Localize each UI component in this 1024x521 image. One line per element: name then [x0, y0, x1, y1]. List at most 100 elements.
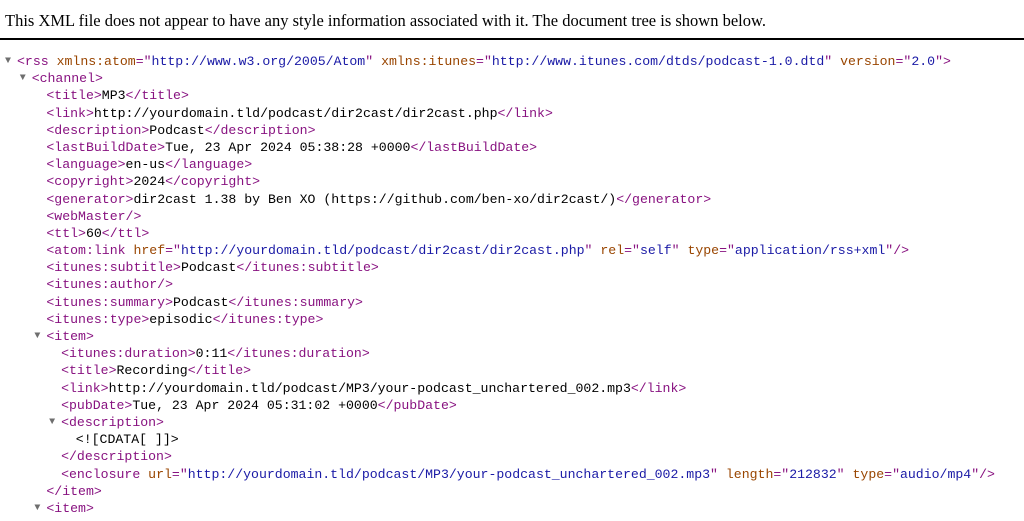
xml-line: <title>MP3</title> [0, 87, 1024, 104]
xml-tag: " [584, 243, 601, 259]
xml-tag: "> [935, 54, 951, 69]
xml-line: <description>Podcast</description> [0, 122, 1024, 139]
xml-line: <title>Recording</title> [0, 362, 1024, 379]
xml-tag: </itunes:type> [212, 311, 324, 327]
xml-tag: <generator> [46, 191, 134, 207]
xml-tag: <ttl> [46, 225, 86, 241]
xml-line: ▼ <rss xmlns:atom="http://www.w3.org/2005… [0, 53, 1024, 70]
xml-tag: <link> [61, 380, 109, 396]
xml-tag: </item> [46, 483, 102, 499]
xml-attribute-name: type [852, 466, 885, 482]
xml-line: <ttl>60</ttl> [0, 225, 1024, 242]
collapse-triangle-icon[interactable]: ▼ [34, 500, 40, 517]
xml-tag: =" [135, 54, 152, 69]
xml-tag: <rss [17, 54, 57, 69]
xml-line: <itunes:subtitle>Podcast</itunes:subtitl… [0, 259, 1024, 276]
xml-attribute-name: type [687, 243, 720, 259]
xml-tag: <itunes:author/> [46, 277, 174, 293]
xml-attribute-name: url [148, 466, 172, 482]
collapse-triangle-icon[interactable]: ▼ [20, 70, 26, 87]
xml-line: ▼ <item> [0, 500, 1024, 517]
xml-text: 2024 [133, 174, 166, 190]
xml-text: dir2cast 1.38 by Ben XO (https://github.… [133, 191, 617, 207]
xml-line: <webMaster/> [0, 208, 1024, 225]
xml-tag: </title> [125, 88, 189, 104]
xml-tag: </generator> [616, 191, 712, 207]
xml-tag: <item> [46, 329, 94, 344]
xml-attribute-value: self [639, 243, 672, 259]
xml-text: 60 [85, 225, 102, 241]
xml-tag: </title> [187, 363, 252, 379]
xml-tag: =" [476, 54, 492, 69]
xml-tag: =" [773, 466, 790, 482]
xml-line: <enclosure url="http://yourdomain.tld/po… [0, 466, 1024, 483]
xml-tag: =" [171, 466, 188, 482]
xml-tag: =" [165, 243, 181, 259]
xml-document-tree: ▼ <rss xmlns:atom="http://www.w3.org/2005… [0, 40, 1024, 517]
xml-tag: </lastBuildDate> [410, 139, 538, 155]
xml-tag: =" [719, 243, 735, 259]
xml-line: <itunes:summary>Podcast</itunes:summary> [0, 294, 1024, 311]
xml-tag: <lastBuildDate> [46, 139, 166, 155]
xml-tag: </itunes:duration> [227, 346, 370, 362]
xml-text: Podcast [180, 260, 237, 276]
xml-text: MP3 [101, 88, 126, 104]
xml-tag: </link> [497, 105, 553, 121]
xml-tag: <channel> [31, 71, 103, 87]
xml-line: <link>http://yourdomain.tld/podcast/MP3/… [0, 380, 1024, 397]
xml-tag: </description> [204, 122, 316, 138]
collapse-triangle-icon[interactable]: ▼ [49, 414, 55, 431]
xml-tag: <webMaster/> [46, 208, 142, 224]
no-style-info-message: This XML file does not appear to have an… [0, 0, 1024, 40]
xml-attribute-value: 212832 [789, 466, 837, 482]
collapse-triangle-icon[interactable]: ▼ [5, 53, 11, 70]
xml-tag: </copyright> [165, 174, 261, 190]
xml-text: Recording [116, 363, 188, 379]
xml-line: <generator>dir2cast 1.38 by Ben XO (http… [0, 191, 1024, 208]
xml-line: </description> [0, 448, 1024, 465]
xml-tag: "/> [971, 466, 995, 482]
xml-line: ▼ <item> [0, 328, 1024, 345]
xml-attribute-value: http://yourdomain.tld/podcast/dir2cast/d… [180, 243, 585, 259]
xml-text: Podcast [149, 122, 205, 138]
xml-tag: </ttl> [101, 225, 150, 241]
xml-line: ▼ <channel> [0, 70, 1024, 87]
xml-tag: </itunes:subtitle> [236, 260, 379, 276]
xml-attribute-name: href [133, 243, 166, 259]
xml-text: http://yourdomain.tld/podcast/MP3/your-p… [108, 380, 631, 396]
xml-attribute-name: xmlns:atom [56, 54, 136, 69]
xml-tag: =" [624, 243, 640, 259]
xml-tag: </pubDate> [377, 397, 457, 413]
xml-line: <language>en-us</language> [0, 156, 1024, 173]
xml-tag: <itunes:subtitle> [46, 260, 181, 276]
xml-line: <itunes:type>episodic</itunes:type> [0, 311, 1024, 328]
xml-tag: </language> [165, 157, 253, 173]
xml-text: 0:11 [195, 346, 228, 362]
xml-text: episodic [149, 311, 213, 327]
xml-tag: " [671, 243, 688, 259]
xml-text: <![CDATA[ ]]> [75, 432, 179, 448]
xml-tag: " [365, 54, 382, 69]
xml-tag: </itunes:summary> [228, 294, 363, 310]
xml-line: <lastBuildDate>Tue, 23 Apr 2024 05:38:28… [0, 139, 1024, 156]
xml-text: Podcast [173, 294, 229, 310]
xml-attribute-value: http://yourdomain.tld/podcast/MP3/your-p… [187, 466, 711, 482]
xml-attribute-value: http://www.itunes.com/dtds/podcast-1.0.d… [491, 54, 825, 69]
xml-attribute-value: audio/mp4 [899, 466, 972, 482]
xml-tag: <title> [46, 88, 102, 104]
xml-line: <copyright>2024</copyright> [0, 173, 1024, 190]
xml-attribute-name: rel [600, 243, 625, 259]
xml-tag: <pubDate> [61, 397, 133, 413]
collapse-triangle-icon[interactable]: ▼ [34, 328, 40, 345]
xml-tag: " [824, 54, 841, 69]
xml-line: </item> [0, 483, 1024, 500]
xml-text: http://yourdomain.tld/podcast/dir2cast/d… [93, 105, 498, 121]
xml-text: en-us [125, 157, 166, 173]
xml-tag: </description> [61, 449, 172, 465]
xml-tag: "/> [885, 243, 910, 259]
xml-line: <atom:link href="http://yourdomain.tld/p… [0, 242, 1024, 259]
xml-tag: =" [884, 466, 900, 482]
xml-attribute-name: length [725, 466, 774, 482]
xml-tag: <atom:link [46, 243, 134, 259]
xml-attribute-name: xmlns:itunes [381, 54, 477, 69]
